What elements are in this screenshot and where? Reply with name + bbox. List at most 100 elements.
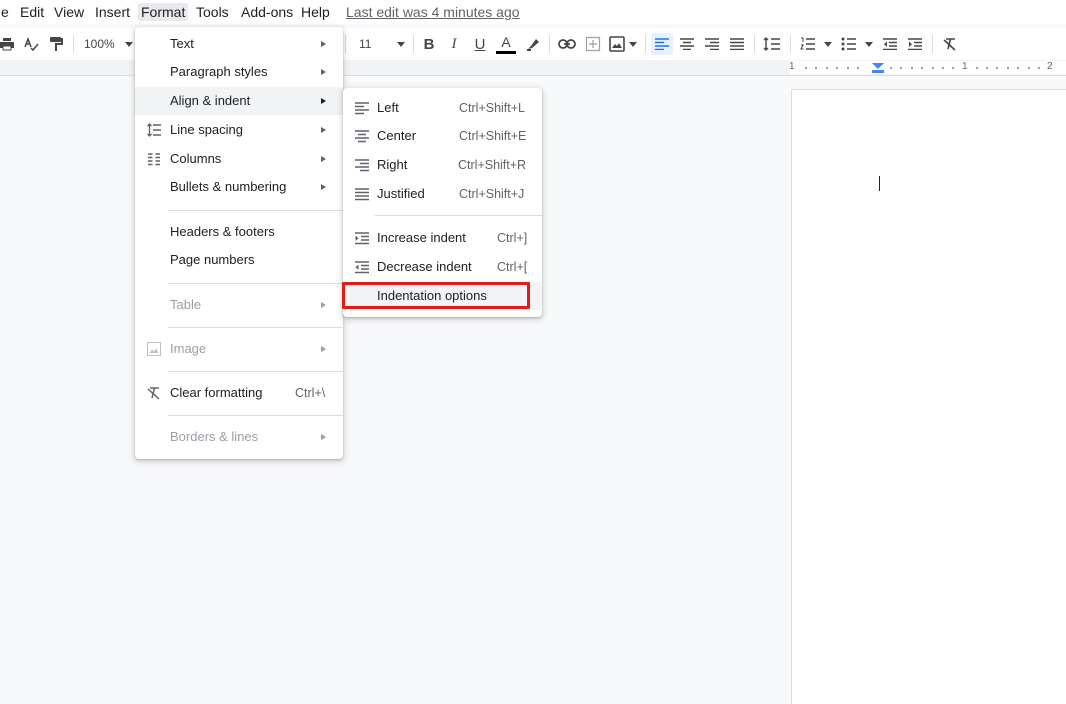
menu-item-page-numbers[interactable]: Page numbers bbox=[135, 246, 343, 274]
first-line-indent-marker[interactable] bbox=[872, 63, 884, 69]
menu-item-bullets-numbering[interactable]: Bullets & numbering bbox=[135, 173, 343, 201]
menu-edit[interactable]: Edit bbox=[19, 3, 45, 21]
underline-button[interactable]: U bbox=[471, 34, 489, 54]
submenu-arrow-icon bbox=[321, 156, 326, 162]
align-justify-button[interactable] bbox=[728, 34, 746, 54]
menu-item-table[interactable]: Table bbox=[135, 291, 343, 319]
highlight-pen-icon[interactable] bbox=[524, 34, 542, 54]
image-icon bbox=[147, 342, 161, 356]
align-center-button[interactable] bbox=[678, 34, 696, 54]
submenu-item-right[interactable]: Right Ctrl+Shift+R bbox=[343, 151, 542, 179]
submenu-item-label: Decrease indent bbox=[377, 259, 472, 274]
ruler-tick bbox=[1028, 67, 1030, 69]
menu-tools[interactable]: Tools bbox=[195, 3, 230, 21]
clear-formatting-icon bbox=[943, 38, 956, 51]
menu-item-paragraph-styles[interactable]: Paragraph styles bbox=[135, 58, 343, 86]
toolbar-separator bbox=[645, 35, 646, 53]
ruler-tick bbox=[952, 67, 954, 69]
font-size-value: 11 bbox=[359, 37, 372, 51]
spellcheck-icon[interactable] bbox=[22, 34, 40, 54]
menu-item-clear-formatting[interactable]: Clear formatting Ctrl+\ bbox=[135, 379, 343, 407]
numbered-list-button[interactable] bbox=[799, 34, 833, 54]
align-right-icon bbox=[355, 159, 369, 172]
menu-help[interactable]: Help bbox=[300, 3, 331, 21]
submenu-item-label: Increase indent bbox=[377, 230, 466, 245]
submenu-arrow-icon bbox=[321, 41, 326, 47]
document-page[interactable] bbox=[791, 89, 1066, 704]
line-spacing-icon bbox=[763, 37, 780, 51]
ruler-tick bbox=[976, 67, 978, 69]
menu-insert[interactable]: Insert bbox=[94, 3, 131, 21]
bulleted-list-button[interactable] bbox=[840, 34, 874, 54]
link-icon[interactable] bbox=[557, 34, 577, 54]
menu-item-image[interactable]: Image bbox=[135, 335, 343, 363]
submenu-item-left[interactable]: Left Ctrl+Shift+L bbox=[343, 94, 542, 122]
submenu-item-shortcut: Ctrl+] bbox=[497, 231, 528, 245]
menu-item-align-indent[interactable]: Align & indent bbox=[135, 87, 343, 115]
menu-item-label: Columns bbox=[170, 151, 222, 166]
italic-button[interactable]: I bbox=[446, 34, 462, 54]
last-edit-link[interactable]: Last edit was 4 minutes ago bbox=[346, 3, 520, 21]
ruler-tick bbox=[942, 67, 944, 69]
menu-item-label: Image bbox=[170, 341, 207, 356]
image-icon bbox=[609, 36, 625, 52]
menu-item-columns[interactable]: Columns bbox=[135, 145, 343, 173]
submenu-item-shortcut: Ctrl+Shift+R bbox=[458, 158, 527, 172]
menu-item-label: Table bbox=[170, 297, 202, 312]
ruler-tick bbox=[1017, 67, 1019, 69]
menu-item-text[interactable]: Text bbox=[135, 30, 343, 58]
submenu-item-shortcut: Ctrl+Shift+J bbox=[459, 187, 525, 201]
zoom-select[interactable]: 100% bbox=[84, 34, 134, 54]
chevron-down-icon bbox=[397, 41, 406, 47]
text-color-letter: A bbox=[501, 33, 511, 50]
submenu-item-label: Justified bbox=[377, 186, 425, 201]
menu-separator bbox=[168, 210, 343, 211]
toolbar-separator bbox=[413, 35, 414, 53]
ruler-tick bbox=[890, 67, 892, 69]
increase-indent-button[interactable] bbox=[906, 34, 924, 54]
align-center-icon bbox=[355, 130, 369, 143]
print-icon[interactable] bbox=[0, 34, 14, 54]
chevron-down-icon bbox=[629, 41, 637, 47]
decrease-indent-button[interactable] bbox=[881, 34, 899, 54]
line-spacing-button[interactable] bbox=[762, 34, 782, 54]
toolbar-separator bbox=[549, 35, 550, 53]
clear-formatting-button[interactable] bbox=[941, 34, 959, 54]
zoom-value: 100% bbox=[84, 37, 115, 51]
menu-separator bbox=[168, 283, 343, 284]
bold-button[interactable]: B bbox=[420, 34, 438, 54]
align-left-button[interactable] bbox=[651, 33, 673, 55]
ruler-tick bbox=[826, 67, 828, 69]
align-left-icon bbox=[655, 38, 669, 50]
menu-item-borders-lines[interactable]: Borders & lines bbox=[135, 423, 343, 451]
ruler-tick bbox=[911, 67, 913, 69]
submenu-arrow-icon bbox=[321, 69, 326, 75]
menu-view[interactable]: View bbox=[53, 3, 85, 21]
menubar: e Edit View Insert Format Tools Add-ons … bbox=[0, 0, 1066, 24]
left-indent-marker[interactable] bbox=[872, 70, 884, 73]
submenu-item-label: Left bbox=[377, 100, 399, 115]
comment-add-icon[interactable] bbox=[584, 34, 602, 54]
font-size-select[interactable]: 11 bbox=[355, 34, 407, 54]
menu-addons[interactable]: Add-ons bbox=[240, 3, 294, 21]
menu-item-label: Line spacing bbox=[170, 122, 243, 137]
paint-format-icon[interactable] bbox=[48, 34, 64, 54]
submenu-item-label: Center bbox=[377, 128, 417, 143]
text-cursor bbox=[879, 176, 880, 191]
submenu-item-center[interactable]: Center Ctrl+Shift+E bbox=[343, 122, 542, 150]
submenu-item-decrease-indent[interactable]: Decrease indent Ctrl+[ bbox=[343, 253, 542, 281]
menu-format[interactable]: Format bbox=[138, 3, 189, 21]
insert-image-button[interactable] bbox=[607, 34, 639, 54]
menu-item-line-spacing[interactable]: Line spacing bbox=[135, 116, 343, 144]
menu-file[interactable]: e bbox=[0, 3, 10, 21]
submenu-arrow-icon bbox=[321, 302, 326, 308]
align-right-button[interactable] bbox=[703, 34, 721, 54]
submenu-item-shortcut: Ctrl+Shift+E bbox=[459, 129, 527, 143]
menu-separator bbox=[168, 371, 343, 372]
menu-item-headers-footers[interactable]: Headers & footers bbox=[135, 218, 343, 246]
submenu-item-justified[interactable]: Justified Ctrl+Shift+J bbox=[343, 180, 542, 208]
align-right-icon bbox=[705, 38, 719, 50]
submenu-item-shortcut: Ctrl+Shift+L bbox=[459, 101, 526, 115]
text-color-button[interactable]: A bbox=[495, 34, 517, 54]
submenu-item-increase-indent[interactable]: Increase indent Ctrl+] bbox=[343, 224, 542, 252]
